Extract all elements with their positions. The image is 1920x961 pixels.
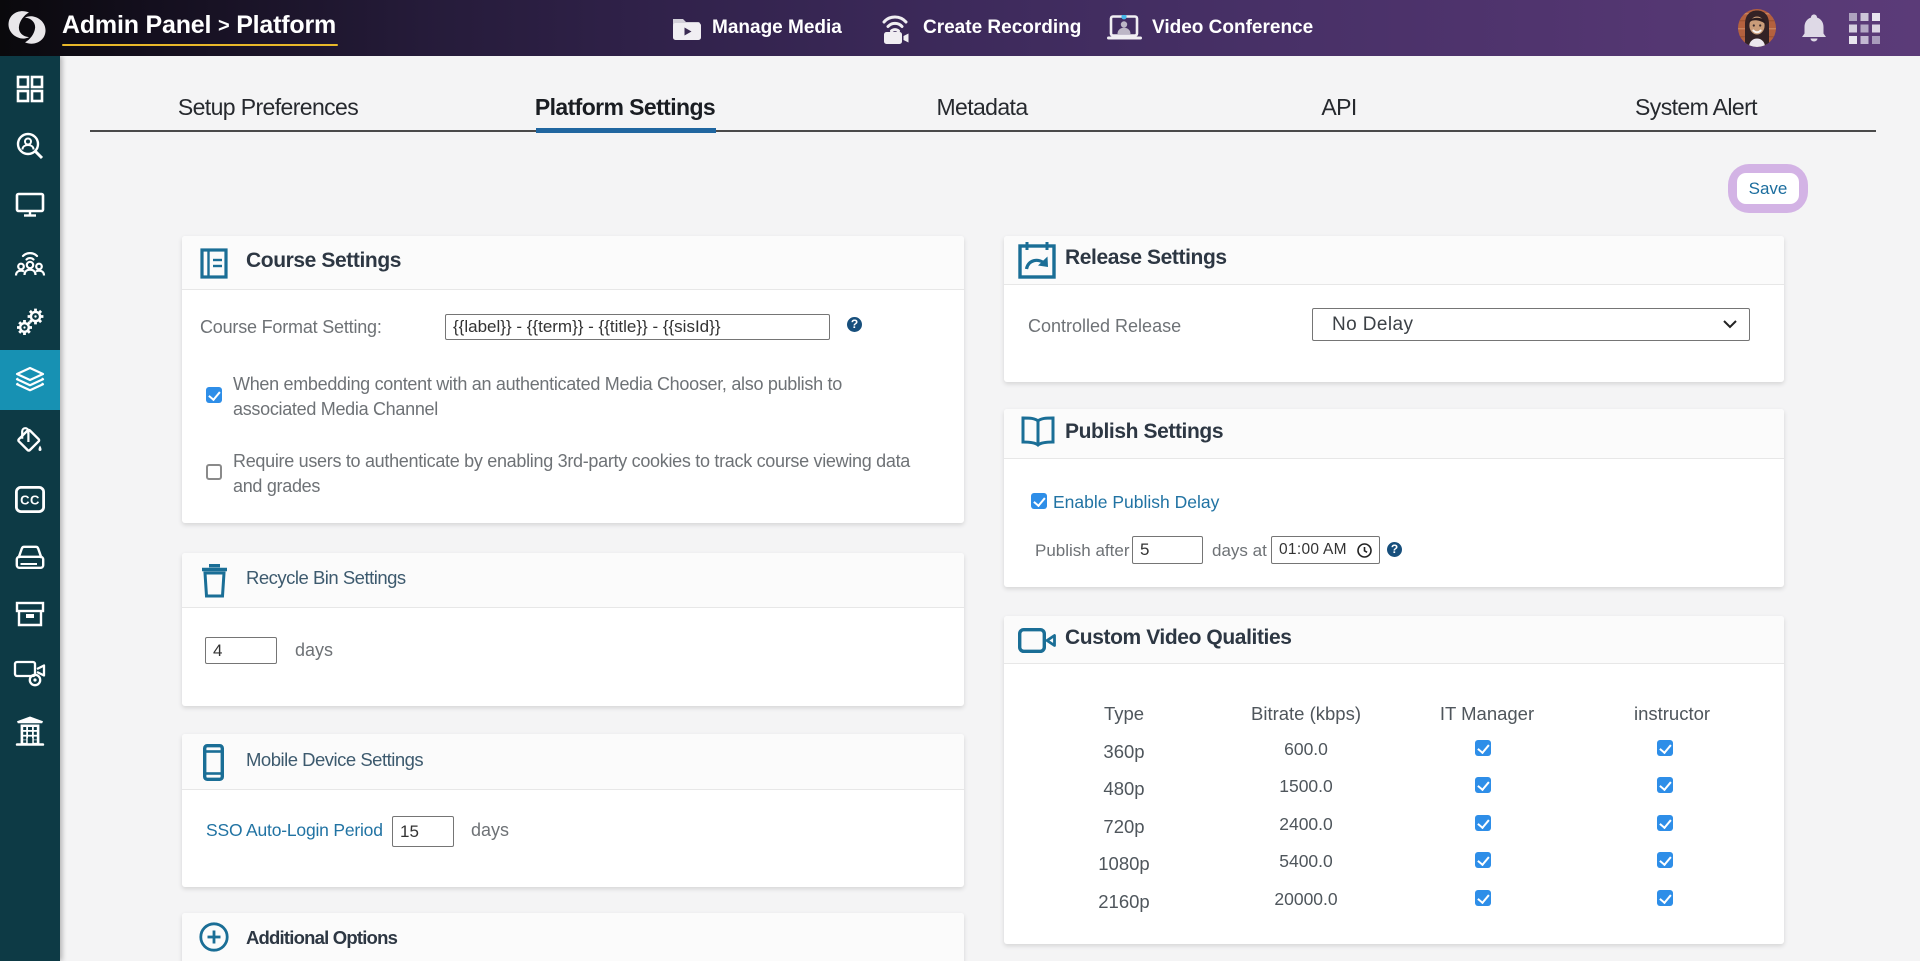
svg-text:CC: CC [20, 492, 40, 507]
